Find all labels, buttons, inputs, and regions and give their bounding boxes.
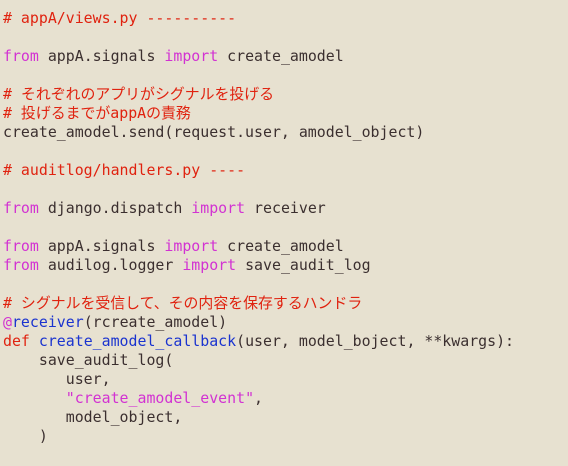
code-token-comment: # auditlog/handlers.py ---- (3, 161, 246, 179)
code-token-def: def (3, 332, 30, 350)
code-line: from django.dispatch import receiver (3, 199, 514, 218)
code-token-comment: # シグナルを受信して、その内容を保存するハンドラ (3, 294, 363, 312)
code-line: def create_amodel_callback(user, model_b… (3, 332, 514, 351)
code-token-plain: save_audit_log (236, 256, 371, 274)
code-token-keyword: from (3, 237, 39, 255)
code-token-plain: ) (3, 427, 48, 445)
code-token-keyword: import (164, 47, 219, 65)
code-token-plain: user, (3, 370, 111, 388)
code-token-name: create_amodel_callback (38, 332, 237, 350)
code-token-keyword: import (164, 237, 219, 255)
code-line: # 投げるまでがappAの責務 (3, 104, 514, 123)
code-token-plain: (user, model_boject, **kwargs): (236, 332, 515, 350)
code-token-plain: save_audit_log( (3, 351, 174, 369)
code-token-keyword: import (191, 199, 246, 217)
code-token-plain: appA.signals (38, 47, 165, 65)
code-token-plain: audilog.logger (38, 256, 183, 274)
code-token-keyword: import (182, 256, 237, 274)
code-line: "create_amodel_event", (3, 389, 514, 408)
code-token-plain: create_amodel.send(request.user, amodel_… (3, 123, 425, 141)
code-token-plain: , (254, 389, 263, 407)
code-token-plain: create_amodel (218, 47, 344, 65)
code-token-keyword: from (3, 256, 39, 274)
code-token-decorator: @ (3, 313, 12, 331)
code-line: user, (3, 370, 514, 389)
code-line: # appA/views.py ---------- (3, 9, 514, 28)
code-line: # それぞれのアプリがシグナルを投げる (3, 85, 514, 104)
code-token-plain: model_object, (3, 408, 183, 426)
code-line: from appA.signals import create_amodel (3, 47, 514, 66)
code-token-comment: # 投げるまでがappAの責務 (3, 104, 191, 122)
code-line: save_audit_log( (3, 351, 514, 370)
code-line: model_object, (3, 408, 514, 427)
code-line: @receiver(rcreate_amodel) (3, 313, 514, 332)
code-token-comment: # appA/views.py ---------- (3, 9, 237, 27)
code-token-comment: # それぞれのアプリがシグナルを投げる (3, 85, 275, 103)
code-token-plain: (rcreate_amodel) (83, 313, 228, 331)
code-token-plain: appA.signals (38, 237, 165, 255)
code-line: # auditlog/handlers.py ---- (3, 161, 514, 180)
code-line: create_amodel.send(request.user, amodel_… (3, 123, 514, 142)
code-line: ) (3, 427, 514, 446)
code-line: # シグナルを受信して、その内容を保存するハンドラ (3, 294, 514, 313)
code-token-keyword: from (3, 199, 39, 217)
code-block: # appA/views.py ---------- from appA.sign… (3, 9, 514, 446)
code-token-plain: receiver (245, 199, 326, 217)
code-token-plain: django.dispatch (38, 199, 192, 217)
code-line: from audilog.logger import save_audit_lo… (3, 256, 514, 275)
code-token-name: receiver (11, 313, 84, 331)
code-token-plain: create_amodel (218, 237, 344, 255)
code-token-string: "create_amodel_event" (65, 389, 255, 407)
code-token-keyword: from (3, 47, 39, 65)
code-line: from appA.signals import create_amodel (3, 237, 514, 256)
